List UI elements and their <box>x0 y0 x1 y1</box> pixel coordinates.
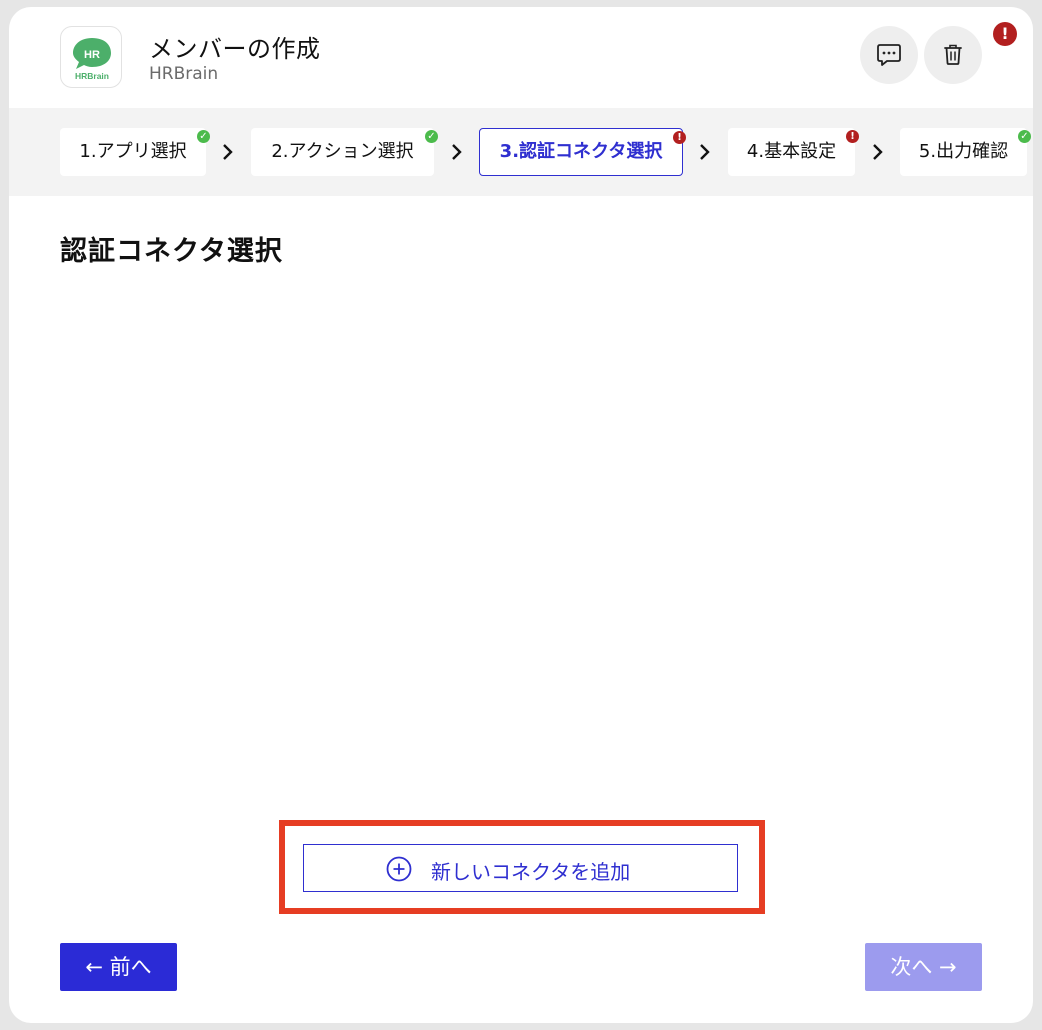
step-navigation: 1.アプリ選択 ✓ 2.アクション選択 ✓ 3.認証コネクタ選択 ! 4.基本設… <box>9 108 1033 196</box>
step-action-select[interactable]: 2.アクション選択 ✓ <box>251 128 438 176</box>
add-connector-button[interactable]: 新しいコネクタを追加 <box>303 844 738 892</box>
logo-text-hrbrain: HRBrain <box>75 71 109 81</box>
chevron-right-icon <box>452 144 462 160</box>
add-connector-label: 新しいコネクタを追加 <box>431 862 631 884</box>
step-app-select[interactable]: 1.アプリ選択 ✓ <box>60 128 210 176</box>
app-logo: HR HRBrain <box>60 26 122 88</box>
workflow-panel: HR HRBrain メンバーの作成 HRBrain ! 1.アプリ選択 ✓ 2… <box>9 7 1033 1023</box>
step-auth-connector-select[interactable]: 3.認証コネクタ選択 ! <box>479 128 686 176</box>
chevron-right-icon <box>223 144 233 160</box>
step-label: 3.認証コネクタ選択 <box>499 141 663 162</box>
section-title: 認証コネクタ選択 <box>60 236 283 267</box>
error-alert-icon[interactable]: ! <box>993 22 1017 46</box>
comment-button[interactable] <box>860 26 918 84</box>
header: HR HRBrain メンバーの作成 HRBrain ! <box>9 7 1033 107</box>
step-label: 4.基本設定 <box>746 141 837 162</box>
step-label: 1.アプリ選択 <box>79 141 187 162</box>
delete-button[interactable] <box>924 26 982 84</box>
comment-icon <box>877 44 901 66</box>
check-icon: ✓ <box>197 130 210 143</box>
chevron-right-icon <box>700 144 710 160</box>
step-label: 5.出力確認 <box>918 141 1009 162</box>
chevron-right-icon <box>873 144 883 160</box>
plus-circle-icon <box>386 856 412 882</box>
check-icon: ✓ <box>425 130 438 143</box>
page-title: メンバーの作成 <box>149 35 321 63</box>
app-name: HRBrain <box>149 64 219 84</box>
check-icon: ✓ <box>1018 130 1031 143</box>
step-output-confirm[interactable]: 5.出力確認 ✓ <box>900 128 1031 176</box>
error-icon: ! <box>673 131 686 144</box>
trash-icon <box>944 44 962 65</box>
step-basic-settings[interactable]: 4.基本設定 ! <box>728 128 859 176</box>
step-label: 2.アクション選択 <box>271 141 414 162</box>
logo-text-hr: HR <box>84 49 100 61</box>
next-button[interactable]: 次へ → <box>865 943 982 991</box>
error-icon: ! <box>846 130 859 143</box>
prev-button[interactable]: ← 前へ <box>60 943 177 991</box>
